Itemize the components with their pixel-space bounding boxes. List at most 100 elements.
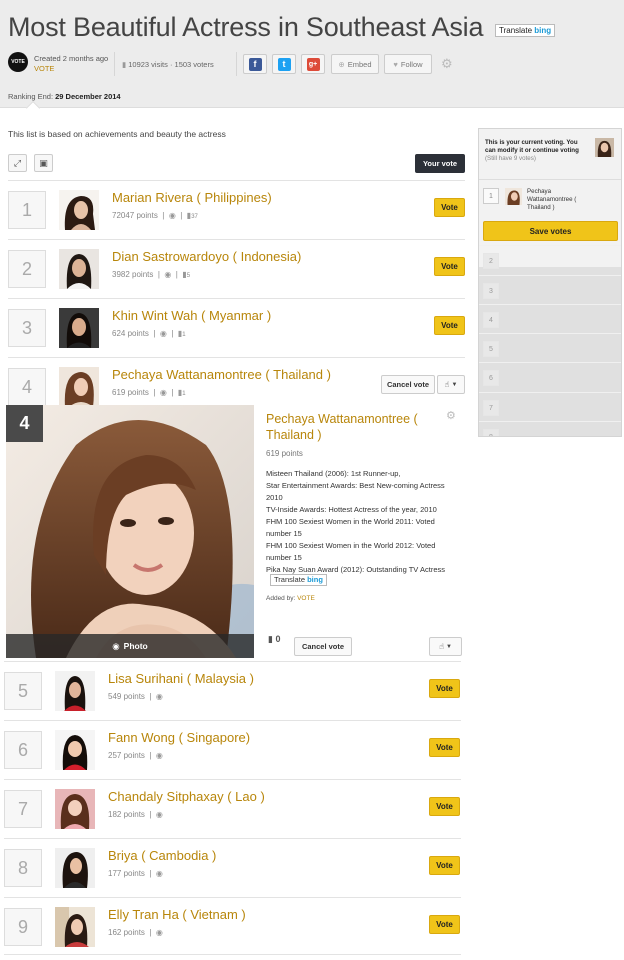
header-divider — [236, 52, 237, 76]
translate-button[interactable]: Translate bing — [495, 24, 556, 37]
google-plus-share-button[interactable]: g+ — [301, 54, 325, 74]
cancel-vote-button[interactable]: Cancel vote — [381, 375, 435, 394]
contestant-photo[interactable] — [55, 907, 95, 947]
thumbs-dropdown-button[interactable]: ☝ ▼ — [437, 375, 465, 394]
plus-circle-icon: ⊕ — [338, 59, 345, 69]
points-text: 619 points — [112, 388, 149, 397]
sidebar-header: This is your current voting. You can mod… — [479, 129, 621, 179]
bing-logo: bing — [307, 575, 323, 584]
translate-label: Translate — [499, 26, 533, 35]
twitter-icon: t — [277, 57, 291, 71]
camera-icon[interactable]: ◉ — [156, 869, 163, 878]
created-text: Created 2 months ago — [34, 54, 109, 63]
empty-slot[interactable]: 6 — [479, 362, 621, 392]
cancel-vote-button[interactable]: Cancel vote — [294, 637, 352, 656]
camera-icon[interactable]: ◉ — [156, 928, 163, 937]
contestant-photo[interactable] — [59, 190, 99, 230]
vote-button[interactable]: Vote — [429, 797, 460, 816]
ranking-end-date: 29 December 2014 — [55, 92, 121, 101]
vote-button[interactable]: Vote — [434, 316, 465, 335]
camera-icon[interactable]: ◉ — [169, 211, 176, 220]
empty-slot[interactable]: 7 — [479, 392, 621, 422]
points-text: 177 points — [108, 869, 145, 878]
header-divider — [114, 52, 115, 76]
creator-avatar[interactable]: VOTE — [8, 52, 28, 72]
translate-button[interactable]: Translate bing — [270, 574, 327, 586]
contestant-name[interactable]: Elly Tran Ha ( Vietnam ) — [108, 907, 246, 922]
comment-count: 37 — [191, 214, 198, 220]
portrait-image — [6, 405, 254, 658]
photo-button[interactable]: ◉ Photo — [6, 634, 254, 658]
camera-icon[interactable]: ◉ — [160, 329, 167, 338]
points-text: 182 points — [108, 810, 145, 819]
contestant-photo[interactable] — [55, 671, 95, 711]
contestant-photo[interactable] — [55, 730, 95, 770]
expand-button[interactable]: ⤢ — [8, 154, 27, 172]
camera-icon[interactable]: ◉ — [156, 692, 163, 701]
follow-button[interactable]: ♥ Follow — [384, 54, 432, 74]
camera-icon[interactable]: ◉ — [156, 810, 163, 819]
page-header: Most Beautiful Actress in Southeast Asia… — [0, 0, 624, 108]
google-plus-icon: g+ — [306, 57, 320, 71]
vote-button[interactable]: Vote — [429, 679, 460, 698]
contestant-photo[interactable] — [59, 308, 99, 348]
camera-icon[interactable]: ◉ — [156, 751, 163, 760]
your-vote-button[interactable]: Your vote — [415, 154, 465, 173]
empty-slot[interactable]: 8 — [479, 421, 621, 436]
expanded-name[interactable]: Pechaya Wattanamontree ( Thailand ) — [266, 411, 444, 443]
contestant-name[interactable]: Pechaya Wattanamontree ( Thailand ) — [112, 367, 331, 382]
facebook-share-button[interactable]: f — [243, 54, 267, 74]
rank-number: 2 — [8, 250, 46, 288]
gear-icon[interactable]: ⚙ — [446, 409, 456, 422]
gallery-view-button[interactable]: ▣ — [34, 154, 53, 172]
contestant-name[interactable]: Dian Sastrowardoyo ( Indonesia) — [112, 249, 301, 264]
added-by-link[interactable]: VOTE — [297, 595, 315, 602]
contestant-photo[interactable] — [55, 848, 95, 888]
save-votes-button[interactable]: Save votes — [483, 221, 618, 241]
author-link[interactable]: VOTE — [34, 64, 108, 74]
achievement-line: FHM 100 Sexiest Women in the World 2012:… — [266, 541, 436, 562]
vote-button[interactable]: Vote — [434, 257, 465, 276]
vote-button[interactable]: Vote — [429, 738, 460, 757]
empty-slot[interactable]: 5 — [479, 333, 621, 363]
voted-contestant-name: Pechaya Wattanamontree ( Thailand ) — [527, 188, 577, 211]
empty-slot[interactable]: 3 — [479, 275, 621, 305]
list-item: 7 Chandaly Sitphaxay ( Lao ) 182 points … — [4, 779, 461, 837]
slot-number: 7 — [483, 400, 499, 416]
contestant-large-photo[interactable]: 4 ◉ Photo — [6, 405, 254, 658]
camera-icon[interactable]: ◉ — [160, 388, 167, 397]
contestant-name[interactable]: Chandaly Sitphaxay ( Lao ) — [108, 789, 265, 804]
thumbs-dropdown-button[interactable]: ☝ ▼ — [429, 637, 462, 656]
contestant-photo[interactable] — [55, 789, 95, 829]
list-stats: ▮ 10923 visits · 1503 voters — [122, 60, 214, 69]
twitter-share-button[interactable]: t — [272, 54, 296, 74]
vote-button[interactable]: Vote — [429, 915, 460, 934]
list-item: 4 Pechaya Wattanamontree ( Thailand ) 61… — [8, 357, 465, 407]
vote-button[interactable]: Vote — [434, 198, 465, 217]
comments-button[interactable]: ▮ 0 — [268, 634, 280, 645]
contestant-meta: 182 points | ◉ — [108, 810, 163, 819]
separator: | — [149, 928, 152, 937]
contestant-name[interactable]: Lisa Surihani ( Malaysia ) — [108, 671, 254, 686]
contestant-photo[interactable] — [59, 249, 99, 289]
list-item: 1 Marian Rivera ( Philippines) 72047 poi… — [8, 180, 465, 238]
camera-icon[interactable]: ◉ — [164, 270, 171, 279]
facebook-icon: f — [248, 57, 262, 71]
achievement-line: Misteen Thailand (2006): 1st Runner-up, — [266, 469, 401, 478]
embed-button[interactable]: ⊕ Embed — [331, 54, 379, 74]
slot-number: 8 — [483, 429, 499, 436]
contestant-name[interactable]: Briya ( Cambodia ) — [108, 848, 216, 863]
contestant-name[interactable]: Fann Wong ( Singapore) — [108, 730, 250, 745]
photo-label: Photo — [123, 641, 148, 651]
user-avatar[interactable] — [595, 138, 614, 157]
empty-slot[interactable]: 2 — [479, 245, 621, 275]
voted-contestant-thumb[interactable] — [505, 188, 522, 205]
contestant-photo[interactable] — [59, 367, 99, 407]
gear-icon[interactable]: ⚙ — [441, 56, 453, 72]
empty-slot[interactable]: 4 — [479, 304, 621, 334]
contestant-name[interactable]: Marian Rivera ( Philippines) — [112, 190, 272, 205]
vote-button[interactable]: Vote — [429, 856, 460, 875]
separator: | — [171, 388, 174, 397]
contestant-name[interactable]: Khin Wint Wah ( Myanmar ) — [112, 308, 271, 323]
created-info: Created 2 months ago VOTE — [34, 54, 108, 74]
